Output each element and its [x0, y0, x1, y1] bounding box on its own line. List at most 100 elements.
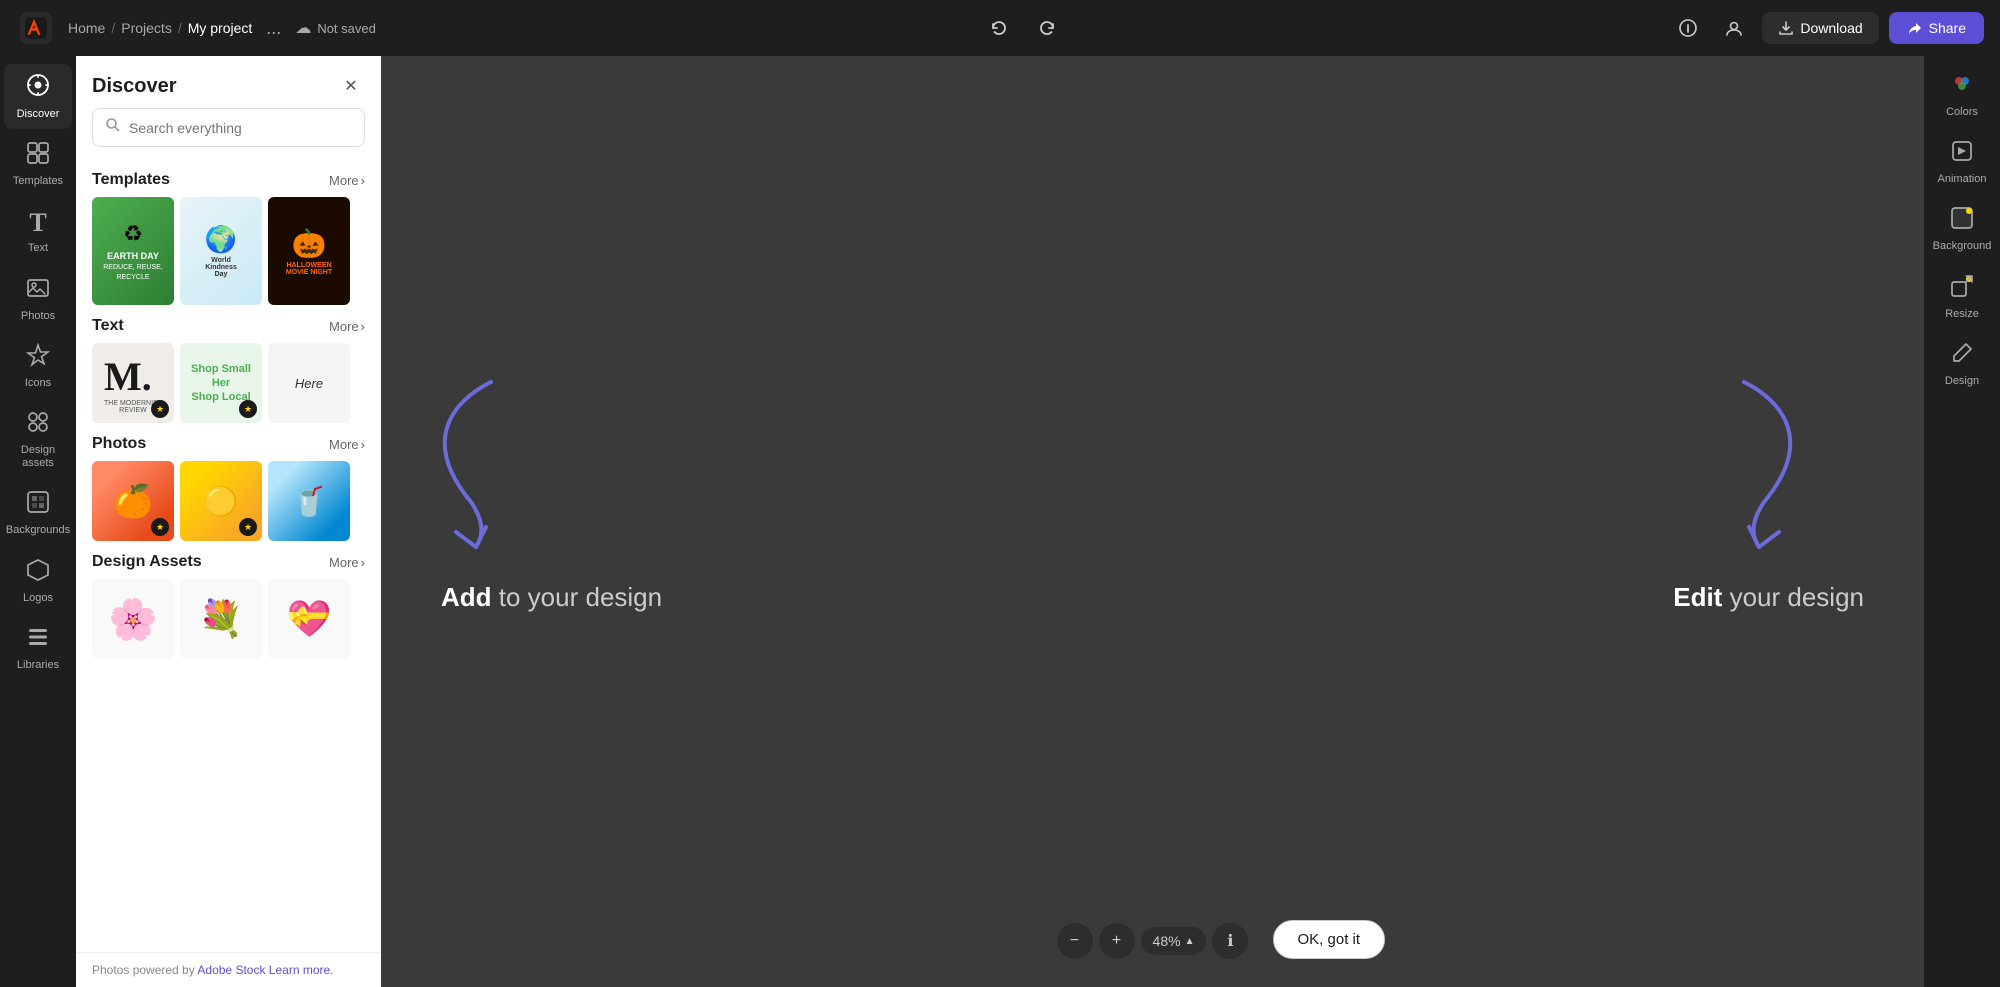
sidebar-item-backgrounds[interactable]: Backgrounds	[4, 482, 72, 545]
template-earth-day[interactable]: ♻ EARTH DAYREDUCE, REUSE, RECYCLE	[92, 197, 174, 305]
learn-more-link[interactable]: Learn more.	[269, 963, 334, 977]
search-input[interactable]	[129, 120, 352, 136]
photos-more-link[interactable]: More ›	[329, 437, 365, 452]
info-button[interactable]: ℹ	[1212, 923, 1248, 959]
sidebar-item-templates-label: Templates	[13, 175, 63, 188]
sidebar-item-background[interactable]: Background	[1928, 198, 1996, 261]
topbar-right: Download Share	[1670, 10, 1984, 46]
panel-footer: Photos powered by Adobe Stock Learn more…	[76, 952, 381, 987]
topbar-center	[384, 10, 1663, 46]
sidebar-item-icons[interactable]: Icons	[4, 335, 72, 398]
sidebar-item-colors[interactable]: Colors	[1928, 64, 1996, 127]
panel-scroll[interactable]: Templates More › ♻ EARTH DAYREDUCE, REUS…	[76, 159, 381, 952]
asset-item-flower2[interactable]: 💐	[180, 579, 262, 659]
nav-home[interactable]: Home	[68, 20, 105, 36]
search-icon	[105, 117, 121, 138]
share-button[interactable]: Share	[1889, 12, 1984, 44]
text-item-modernist[interactable]: M. THE MODERNISTREVIEW ★	[92, 343, 174, 423]
redo-button[interactable]	[1029, 10, 1065, 46]
design-assets-icon	[26, 410, 50, 440]
download-label: Download	[1800, 20, 1862, 36]
share-label: Share	[1929, 20, 1966, 36]
discover-panel: Discover ✕ Templates More › ♻ EARTH DAYR…	[76, 56, 381, 987]
photos-section-title: Photos	[92, 435, 146, 453]
templates-more-link[interactable]: More ›	[329, 173, 365, 188]
photo-item-drink[interactable]: 🥤	[268, 461, 350, 541]
save-status: ☁ Not saved	[295, 18, 376, 38]
nav-current-project: My project	[188, 20, 253, 36]
zoom-in-button[interactable]: +	[1099, 923, 1135, 959]
asset-item-heart[interactable]: 💝	[268, 579, 350, 659]
sidebar-item-discover[interactable]: Discover	[4, 64, 72, 129]
premium-badge: ★	[239, 400, 257, 418]
design-icon	[1950, 341, 1974, 371]
sidebar-item-background-label: Background	[1933, 240, 1992, 253]
app-logo[interactable]	[16, 8, 56, 48]
resize-icon	[1950, 274, 1974, 304]
backgrounds-icon	[26, 490, 50, 520]
sidebar-item-logos[interactable]: Logos	[4, 550, 72, 613]
templates-icon	[26, 141, 50, 171]
photo-item-food[interactable]: 🍊 ★	[92, 461, 174, 541]
download-button[interactable]: Download	[1762, 12, 1878, 44]
zoom-level-display[interactable]: 48% ▲	[1141, 927, 1207, 955]
add-hint-arrow	[411, 362, 531, 562]
sidebar-item-resize[interactable]: Resize	[1928, 266, 1996, 329]
ok-got-it-button[interactable]: OK, got it	[1273, 920, 1386, 959]
text-section-header: Text More ›	[92, 317, 365, 335]
colors-icon	[1950, 72, 1974, 102]
zoom-value: 48%	[1153, 933, 1181, 949]
sidebar-item-text-label: Text	[28, 242, 48, 255]
text-item-shop-small[interactable]: Shop SmallHerShop Local ★	[180, 343, 262, 423]
premium-badge: ★	[151, 400, 169, 418]
sidebar-item-libraries[interactable]: Libraries	[4, 617, 72, 680]
sidebar-item-design-assets-label: Design assets	[8, 444, 68, 470]
sidebar-item-discover-label: Discover	[17, 108, 60, 121]
templates-section-title: Templates	[92, 171, 170, 189]
photo-item-yellow[interactable]: 🟡 ★	[180, 461, 262, 541]
zoom-chevron-icon: ▲	[1185, 936, 1195, 947]
text-icon: T	[29, 208, 46, 238]
templates-section-header: Templates More ›	[92, 171, 365, 189]
sidebar-item-design[interactable]: Design	[1928, 333, 1996, 396]
undo-button[interactable]	[981, 10, 1017, 46]
more-options-button[interactable]: ...	[260, 14, 287, 43]
sidebar-item-design-assets[interactable]: Design assets	[4, 402, 72, 478]
design-assets-more-link[interactable]: More ›	[329, 555, 365, 570]
sidebar-item-colors-label: Colors	[1946, 106, 1978, 119]
sidebar-item-backgrounds-label: Backgrounds	[6, 524, 70, 537]
sidebar-item-templates[interactable]: Templates	[4, 133, 72, 196]
text-item-here[interactable]: Here	[268, 343, 350, 423]
text-row: M. THE MODERNISTREVIEW ★ Shop SmallHerSh…	[92, 343, 365, 423]
design-assets-section-header: Design Assets More ›	[92, 553, 365, 571]
asset-item-flower1[interactable]: 🌸	[92, 579, 174, 659]
sidebar-item-logos-label: Logos	[23, 592, 53, 605]
topbar: Home / Projects / My project ... ☁ Not s…	[0, 0, 2000, 56]
right-sidebar: Colors Animation Background	[1924, 56, 2000, 987]
adobe-stock-link[interactable]: Adobe Stock	[197, 963, 265, 977]
sidebar-item-design-label: Design	[1945, 375, 1979, 388]
sidebar-item-animation-label: Animation	[1938, 173, 1987, 186]
sidebar-item-photos-label: Photos	[21, 310, 55, 323]
sidebar-item-text[interactable]: T Text	[4, 200, 72, 263]
text-more-link[interactable]: More ›	[329, 319, 365, 334]
panel-close-button[interactable]: ✕	[337, 72, 365, 100]
account-button[interactable]	[1716, 10, 1752, 46]
text-section-title: Text	[92, 317, 124, 335]
sidebar-item-resize-label: Resize	[1945, 308, 1979, 321]
tips-button[interactable]	[1670, 10, 1706, 46]
nav-projects[interactable]: Projects	[121, 20, 172, 36]
zoom-out-button[interactable]: −	[1057, 923, 1093, 959]
edit-hint-text: Edit your design	[1673, 582, 1864, 613]
cloud-icon: ☁	[295, 18, 311, 38]
design-assets-row: 🌸 💐 💝	[92, 579, 365, 659]
template-halloween-night[interactable]: 🎃 HALLOWEENMOVIE NIGHT	[268, 197, 350, 305]
sidebar-item-animation[interactable]: Animation	[1928, 131, 1996, 194]
sidebar-item-photos[interactable]: Photos	[4, 268, 72, 331]
templates-row: ♻ EARTH DAYREDUCE, REUSE, RECYCLE 🌍 Worl…	[92, 197, 365, 305]
photos-section-header: Photos More ›	[92, 435, 365, 453]
template-world-kindness[interactable]: 🌍 WorldKindnessDay	[180, 197, 262, 305]
panel-header: Discover ✕	[76, 56, 381, 108]
sidebar-item-icons-label: Icons	[25, 377, 51, 390]
bottom-toolbar: − + 48% ▲ ℹ	[1057, 923, 1249, 959]
